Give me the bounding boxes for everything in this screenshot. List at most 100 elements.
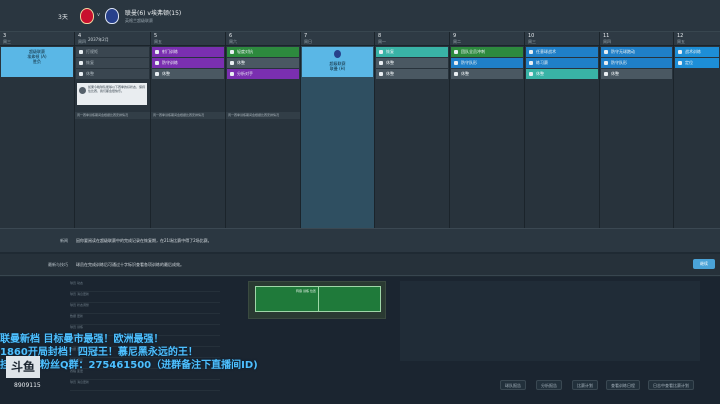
tab-match-plan[interactable]: 比赛计划: [572, 380, 598, 390]
training-calendar: 3 周三 超级联赛 埃弗顿 (A) 胜负 4 周四 2037年2月 打规矩 恢复…: [0, 32, 720, 228]
session-icon: [529, 50, 533, 54]
session-icon: [79, 61, 83, 65]
match-header: 3天 v 联曼(6) v埃弗顿(15) 英格兰超级联赛: [0, 0, 720, 32]
day-name: 周五: [154, 39, 162, 44]
calendar-day-9[interactable]: 9 周二 团队全员冲刺 防守队形 休整: [450, 32, 525, 228]
avatar: [79, 87, 86, 94]
calendar-day-11[interactable]: 11 周四 防守无球跑动 防守队形 休整: [600, 32, 674, 228]
match-card[interactable]: 超级联赛 埃弗顿 (A) 胜负: [1, 47, 73, 77]
home-club-crest-icon: [80, 8, 94, 24]
session-icon: [604, 50, 608, 54]
training-slot[interactable]: 打规矩: [76, 47, 149, 57]
day-header: 9 周二: [450, 32, 524, 46]
news-text[interactable]: 因你要阅读在超级联赛中的完成记录在恢复期，在21场比赛中得了2场比赛。: [76, 238, 212, 244]
news-bar: 新闻 因你要阅读在超级联赛中的完成记录在恢复期，在21场比赛中得了2场比赛。: [0, 228, 720, 252]
list-item[interactable]: 数据 更新: [70, 314, 220, 325]
month-label: 2037年2月: [88, 37, 109, 42]
training-slot[interactable]: 练习赛: [526, 58, 598, 68]
training-slot[interactable]: 休整: [76, 69, 149, 79]
competition-name: 英格兰超级联赛: [125, 18, 153, 23]
club-crest-icon: [334, 50, 341, 58]
session-label: 分析对手: [237, 71, 253, 76]
session-icon: [678, 61, 682, 65]
training-slot[interactable]: 休整: [601, 69, 672, 79]
training-slot[interactable]: 轻度对抗: [227, 47, 299, 57]
staff-comment: 如果今晚球队能够以下赛季的好状态，保持住比赛，我们都会很快乐。: [77, 83, 147, 105]
schedule-note: 周一赛季训练期间会根据比赛安排情况: [226, 112, 300, 119]
training-slot[interactable]: 任意球战术: [526, 47, 598, 57]
day-header: 5 周五: [151, 32, 225, 46]
session-label: 任意球战术: [536, 49, 556, 54]
session-label: 休整: [611, 71, 619, 76]
calendar-day-10[interactable]: 10 周三 任意球战术 练习赛 休整: [525, 32, 600, 228]
session-label: 恢复: [86, 60, 94, 65]
training-slot[interactable]: 休整: [227, 58, 299, 68]
training-slot[interactable]: 团队全员冲刺: [451, 47, 523, 57]
pitch-graphic[interactable]: 阵容 训练 位置: [255, 286, 381, 312]
continue-button[interactable]: 继续: [693, 259, 715, 269]
list-item[interactable]: 球员 动态: [70, 281, 220, 292]
training-slot[interactable]: 休整: [526, 69, 598, 79]
list-item[interactable]: 球员 状态调整: [70, 303, 220, 314]
match-title[interactable]: 联曼(6) v埃弗顿(15): [125, 8, 181, 17]
tab-team-report[interactable]: 球队报告: [500, 380, 526, 390]
tab-diary-match-plan[interactable]: 日志中查看比赛计划: [648, 380, 694, 390]
tips-label: 最新与技巧: [48, 262, 68, 267]
days-until-match: 3天: [58, 14, 68, 21]
session-icon: [379, 50, 383, 54]
session-icon: [155, 72, 159, 76]
training-slot[interactable]: 恢复: [376, 47, 448, 57]
session-label: 定位: [685, 60, 693, 65]
session-label: 休整: [461, 71, 469, 76]
calendar-day-4[interactable]: 4 周四 2037年2月 打规矩 恢复 休整 如果今晚球队能够以下赛季的好状态，…: [75, 32, 151, 228]
calendar-day-3[interactable]: 3 周三 超级联赛 埃弗顿 (A) 胜负: [0, 32, 75, 228]
overlay-line: 1860开局封档！四冠王！慕尼黑永远的王！: [0, 347, 198, 358]
session-label: 轻度对抗: [237, 49, 253, 54]
session-icon: [678, 50, 682, 54]
session-icon: [604, 72, 608, 76]
day-name: 周五: [677, 39, 685, 44]
session-icon: [529, 72, 533, 76]
training-slot[interactable]: 定位: [675, 58, 719, 68]
comment-text: 如果今晚球队能够以下赛季的好状态，保持住比赛，我们都会很快乐。: [88, 85, 146, 93]
training-slot[interactable]: 休整: [376, 69, 448, 79]
calendar-day-6[interactable]: 6 周六 轻度对抗 休整 分析对手 周一赛季训练期间会根据比赛安排情况: [226, 32, 301, 228]
calendar-day-5[interactable]: 5 周五 射门训练 防守训练 休整 周一赛季训练期间会根据比赛安排情况: [151, 32, 226, 228]
session-icon: [379, 72, 383, 76]
training-slot[interactable]: 防守无球跑动: [601, 47, 672, 57]
overlay-line: 联曼新档 目标曼市最强！欧洲最强！: [0, 334, 164, 345]
calendar-day-8[interactable]: 8 周一 恢复 休整 休整: [375, 32, 450, 228]
calendar-day-7[interactable]: 7 周日 超级联赛 联曼 (H): [301, 32, 375, 228]
session-icon: [79, 72, 83, 76]
tab-training-schedule[interactable]: 查看训练日程: [606, 380, 640, 390]
session-label: 防守队形: [461, 60, 477, 65]
list-item[interactable]: 球员 消息更新: [70, 292, 220, 303]
session-label: 打规矩: [86, 49, 98, 54]
training-slot[interactable]: 射门训练: [152, 47, 224, 57]
pitch-label: 阵容 训练 位置: [296, 289, 316, 293]
day-header: 6 周六: [226, 32, 300, 46]
match-card[interactable]: 超级联赛 联曼 (H): [302, 47, 373, 77]
session-label: 防守队形: [611, 60, 627, 65]
session-icon: [529, 61, 533, 65]
training-slot[interactable]: 休整: [376, 58, 448, 68]
training-slot[interactable]: 防守队形: [451, 58, 523, 68]
session-icon: [604, 61, 608, 65]
training-slot[interactable]: 防守训练: [152, 58, 224, 68]
training-slot[interactable]: 防守队形: [601, 58, 672, 68]
training-slot[interactable]: 恢复: [76, 58, 149, 68]
calendar-day-12[interactable]: 12 周五 战术训练 定位: [674, 32, 720, 228]
tab-analysis-report[interactable]: 分析报告: [536, 380, 562, 390]
training-slot[interactable]: 休整: [451, 69, 523, 79]
training-slot[interactable]: 战术训练: [675, 47, 719, 57]
training-slot[interactable]: 休整: [152, 69, 224, 79]
stream-logo-icon: 斗鱼: [6, 356, 40, 378]
day-header: 4 周四 2037年2月: [75, 32, 150, 46]
list-item[interactable]: 球员 消息更新: [70, 380, 220, 391]
schedule-note: 周一赛季训练期间会根据比赛安排情况: [151, 112, 225, 119]
day-name: 周四: [603, 39, 611, 44]
overlay-line: 挂着开始粉丝Q群：275461500（进群备注下直播间ID): [0, 360, 258, 371]
session-label: 休整: [536, 71, 544, 76]
schedule-note: 周一赛季训练期间会根据比赛安排情况: [75, 112, 150, 119]
training-slot[interactable]: 分析对手: [227, 69, 299, 79]
